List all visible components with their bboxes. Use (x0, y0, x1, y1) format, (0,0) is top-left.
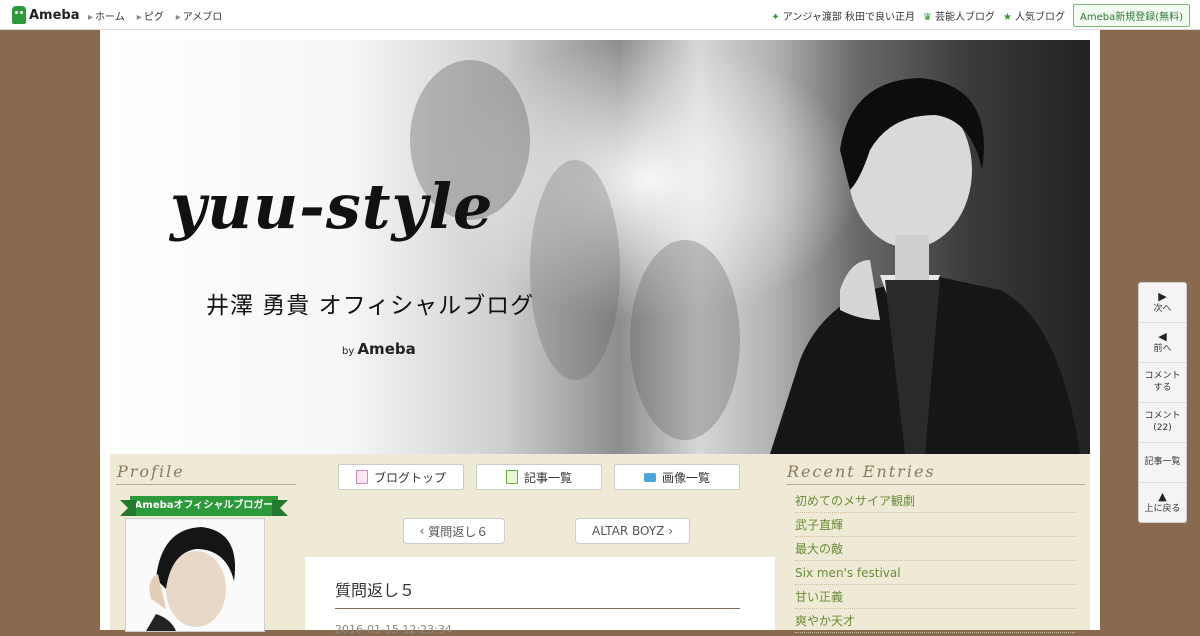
top-right-links: ✦ アンジャ渡部 秋田で良い正月 ♛ 芸能人ブログ ★ 人気ブログ Ameba新規登録… (771, 0, 1190, 30)
next-button[interactable]: ▶ 次へ (1139, 283, 1186, 323)
blog-header[interactable]: yuu-style 井澤 勇貴 オフィシャルブログ by Ameba (110, 40, 1090, 454)
recent-entries-heading: Recent Entries (787, 462, 936, 481)
recent-entries-list: 初めてのメサイア観劇 武子直輝 最大の敵 Six men's festival … (795, 490, 1075, 634)
next-label: 次へ (1153, 303, 1172, 314)
foliage-shape (530, 160, 620, 380)
images-list-label: 画像一覧 (661, 470, 710, 485)
profile-heading: Profile (117, 462, 185, 481)
star-icon: ★ (1003, 11, 1012, 23)
entries-list-button[interactable]: 記事一覧 (476, 464, 602, 490)
prev-entry-button[interactable]: ‹ 質問返し６ (403, 518, 505, 544)
comments-count: (22) (1153, 422, 1172, 433)
blog-title: yuu-style (170, 170, 494, 243)
documents-icon (505, 470, 518, 484)
play-right-icon: ▶ (1158, 289, 1167, 303)
back-to-top-button[interactable]: ▲ 上に戻る (1139, 483, 1186, 522)
prev-label: 前へ (1153, 343, 1172, 354)
play-left-icon: ◀ (1158, 329, 1167, 343)
article-title[interactable]: 質問返し５ (335, 577, 415, 601)
crown-icon: ♛ (923, 11, 933, 23)
ameba-logo[interactable]: Ameba (12, 5, 80, 25)
camera-icon (643, 472, 656, 482)
sparkle-icon: ✦ (771, 11, 780, 23)
document-icon (355, 470, 368, 484)
blog-top-label: ブログトップ (373, 470, 446, 485)
top-bar: Ameba ▸ ホーム ▸ ピグ ▸ アメブロ ✦ アンジャ渡部 秋田で良い正月 ♛ 芸能… (0, 0, 1200, 30)
write-comment-button[interactable]: コメント する (1139, 363, 1186, 403)
blog-subtitle: 井澤 勇貴 オフィシャルブログ (206, 293, 535, 319)
recent-entry-link[interactable]: 甘い正義 (795, 586, 1075, 609)
popular-blog-label: 人気ブログ (1014, 11, 1065, 23)
divider (116, 484, 296, 485)
divider (335, 608, 740, 609)
write-comment-label-2: する (1153, 382, 1172, 393)
prev-entry-label: 質問返し６ (428, 524, 489, 539)
avatar-image (126, 519, 264, 631)
images-list-button[interactable]: 画像一覧 (614, 464, 740, 490)
entries-list-side-label: 記事一覧 (1144, 456, 1181, 467)
entries-list-side-button[interactable]: 記事一覧 (1139, 443, 1186, 483)
nav-ameblo[interactable]: ▸ アメブロ (176, 8, 223, 23)
write-comment-label: コメント (1144, 370, 1181, 381)
ameba-mascot-icon (12, 6, 26, 24)
next-entry-button[interactable]: ALTAR BOYZ › (575, 518, 690, 544)
chevron-right-icon: ▸ (175, 11, 181, 23)
floating-side-nav: ▶ 次へ ◀ 前へ コメント する コメント (22) 記事一覧 ▲ 上に戻る (1138, 282, 1187, 523)
chevron-right-icon: › (664, 524, 673, 538)
blog-top-button[interactable]: ブログトップ (338, 464, 464, 490)
chevron-right-icon: ▸ (88, 11, 94, 23)
prev-button[interactable]: ◀ 前へ (1139, 323, 1186, 363)
chevron-left-icon: ‹ (419, 524, 429, 538)
comments-button[interactable]: コメント (22) (1139, 403, 1186, 443)
chevron-right-icon: ▸ (136, 11, 142, 23)
celebrity-blog-label: 芸能人ブログ (935, 11, 996, 23)
ameba-brand: Ameba (357, 340, 416, 358)
nav-pigg-label: ピグ (143, 11, 164, 23)
comments-label: コメント (1144, 410, 1181, 421)
nav-home-label: ホーム (95, 11, 125, 23)
divider (786, 484, 1085, 485)
back-to-top-label: 上に戻る (1144, 503, 1181, 514)
news-link-label: アンジャ渡部 秋田で良い正月 (782, 11, 916, 23)
profile-photo[interactable] (125, 518, 265, 632)
nav-home[interactable]: ▸ ホーム (88, 8, 125, 23)
by-label: by (342, 346, 355, 357)
popular-blog-link[interactable]: ★ 人気ブログ (1003, 8, 1065, 23)
entries-list-label: 記事一覧 (523, 470, 572, 485)
next-entry-label: ALTAR BOYZ (592, 524, 665, 538)
blog-frame: yuu-style 井澤 勇貴 オフィシャルブログ by Ameba Profi… (100, 30, 1100, 636)
register-button[interactable]: Ameba新規登録(無料) (1072, 3, 1190, 27)
nav-pigg[interactable]: ▸ ピグ (137, 8, 164, 23)
by-ameba: by Ameba (342, 340, 416, 358)
nav-ameblo-label: アメブロ (182, 11, 223, 23)
official-blogger-badge: Amebaオフィシャルブロガー (120, 496, 288, 516)
recent-entry-link[interactable]: 武子直輝 (795, 514, 1075, 537)
news-link[interactable]: ✦ アンジャ渡部 秋田で良い正月 (771, 8, 915, 23)
ameba-logo-text: Ameba (29, 7, 80, 23)
recent-entry-link[interactable]: 最大の敵 (795, 538, 1075, 561)
recent-entry-link[interactable]: 初めてのメサイア観劇 (795, 490, 1075, 513)
top-nav: ▸ ホーム ▸ ピグ ▸ アメブロ (88, 0, 222, 30)
content-area: Profile Amebaオフィシャルブロガー ブログトップ 記事一覧 画像一覧 (110, 454, 1090, 636)
triangle-up-icon: ▲ (1158, 489, 1167, 503)
article: 質問返し５ 2016-01-15 12:23:34 (305, 557, 775, 636)
celebrity-blog-link[interactable]: ♛ 芸能人ブログ (923, 8, 995, 23)
blogger-photo (770, 78, 1080, 454)
recent-entry-link[interactable]: Six men's festival (795, 562, 1075, 585)
